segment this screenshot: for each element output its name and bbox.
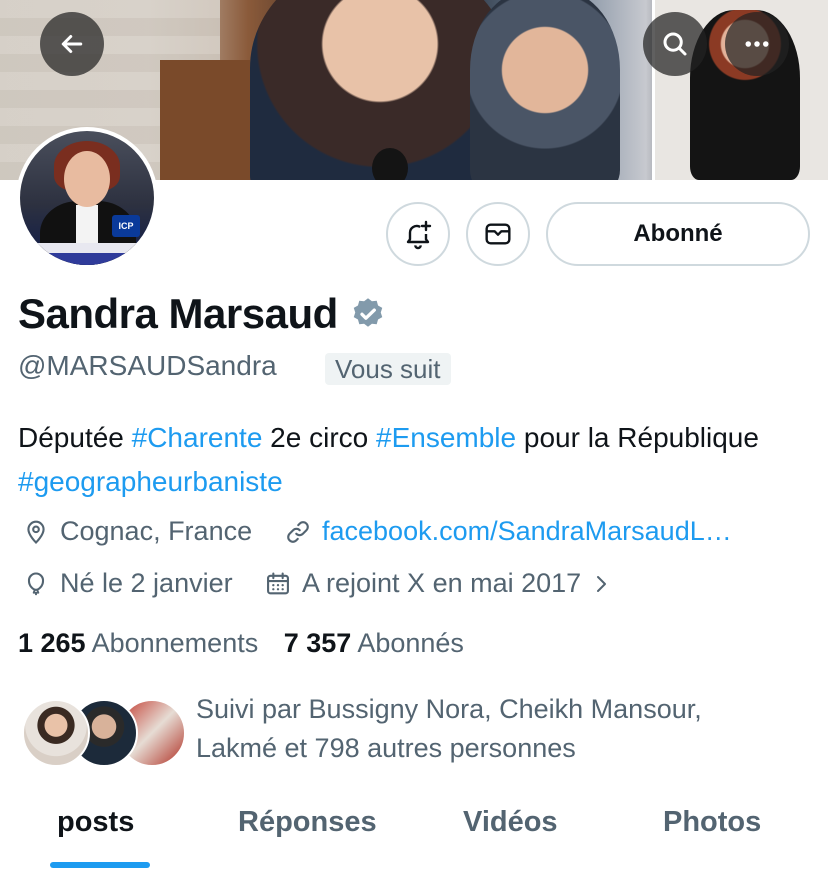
tab-photos[interactable]: Photos [663,806,761,839]
hashtag-link[interactable]: #Charente [132,422,263,453]
profile-handle: @MARSAUDSandra [18,350,277,381]
followers-count: 7 357 [283,628,352,658]
followers-stat[interactable]: 7 357 Abonnés [284,628,464,658]
avatar-caption-bar [20,253,154,265]
message-button[interactable] [466,202,530,266]
avatar-caption-strip [20,243,154,253]
following-label: Abonnements [91,628,259,658]
birthday-text: Né le 2 janvier [60,568,233,598]
search-button[interactable] [643,12,707,76]
hashtag-link[interactable]: #geographeurbaniste [18,466,283,497]
more-button[interactable] [725,12,789,76]
mutual-followers-avatars[interactable] [22,699,186,767]
calendar-icon [267,571,289,594]
avatar [22,699,90,767]
follows-you-badge: Vous suit [325,353,451,385]
chevron-right-icon [597,575,607,592]
avatar-face [64,151,110,207]
website-item[interactable]: facebook.com/SandraMarsaudL… [284,516,732,547]
back-button[interactable] [40,12,104,76]
following-stat[interactable]: 1 265 Abonnements [18,628,258,658]
followed-by-text[interactable]: Suivi par Bussigny Nora, Cheikh Mansour,… [196,690,796,768]
banner-person-secondary [470,0,620,180]
active-tab-indicator [50,862,150,868]
bio-text: pour la République [516,422,759,453]
more-horizontal-icon [745,41,769,47]
envelope-icon [485,223,511,245]
birthday-item: Né le 2 janvier [22,568,233,599]
following-count: 1 265 [18,628,86,658]
tab-posts[interactable]: posts [57,806,134,839]
bio-text: Députée [18,422,132,453]
following-button[interactable]: Abonné [546,202,810,266]
avatar-photo: ICP [20,131,154,265]
banner-microphone [372,148,408,180]
bell-plus-icon [406,220,432,250]
follow-stats: 1 265 Abonnements 7 357 Abonnés [18,628,464,659]
verified-badge-icon[interactable] [350,296,386,332]
tab-videos[interactable]: Vidéos [463,806,558,839]
location-pin-icon [27,520,45,544]
website-link[interactable]: facebook.com/SandraMarsaudL… [322,516,732,547]
location-item: Cognac, France [22,516,252,547]
profile-bio: Députée #Charente 2e circo #Ensemble pou… [18,416,808,504]
bio-text: 2e circo [262,422,377,453]
followers-label: Abonnés [357,628,464,658]
link-icon [287,520,309,543]
avatar-shirt [76,205,98,245]
search-icon [663,32,687,56]
profile-name: Sandra Marsaud [18,290,338,337]
profile-tabs: posts Réponses Vidéos Photos [0,800,828,869]
banner-background-wood [160,60,250,180]
followed-by-line: Suivi par Bussigny Nora, Cheikh Mansour, [196,694,702,724]
tab-replies[interactable]: Réponses [238,806,377,839]
followed-by-line: Lakmé et 798 autres personnes [196,733,576,763]
avatar-microphone-logo: ICP [112,215,140,237]
profile-avatar[interactable]: ICP [16,127,158,269]
location-text: Cognac, France [60,516,253,546]
profile-name-row: Sandra Marsaud [18,290,386,338]
notifications-button[interactable] [386,202,450,266]
joined-text: A rejoint X en mai 2017 [302,568,582,598]
balloon-icon [27,571,45,595]
arrow-left-icon [61,35,83,53]
joined-item[interactable]: A rejoint X en mai 2017 [264,568,613,599]
hashtag-link[interactable]: #Ensemble [376,422,516,453]
